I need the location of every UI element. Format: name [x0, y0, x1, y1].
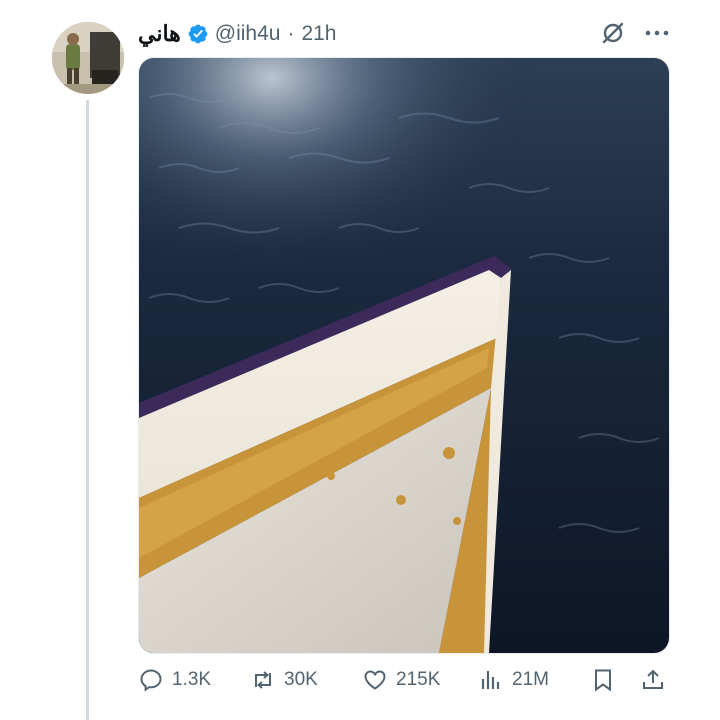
grok-icon[interactable]: [600, 20, 626, 46]
share-button[interactable]: [640, 660, 666, 700]
verified-badge-icon: [187, 23, 209, 45]
like-count: 215K: [396, 669, 441, 690]
share-icon: [643, 669, 663, 689]
separator-dot: ·: [287, 22, 295, 45]
more-icon[interactable]: [642, 22, 672, 44]
bookmark-icon: [595, 669, 611, 692]
avatar[interactable]: [52, 22, 124, 94]
repost-icon: [255, 671, 271, 689]
handle[interactable]: @iih4u: [215, 22, 281, 46]
display-name[interactable]: هاني: [138, 21, 181, 47]
tweet-header: هاني @iih4u · 21h: [138, 18, 337, 50]
like-icon: [364, 670, 386, 690]
tweet-actions: 1.3K 30K 215K 21M: [138, 660, 678, 700]
repost-count: 30K: [284, 669, 318, 690]
like-button[interactable]: 215K: [362, 660, 440, 700]
reply-count: 1.3K: [172, 669, 212, 690]
tweet-media-image[interactable]: [138, 57, 670, 654]
bookmark-button[interactable]: [590, 660, 616, 700]
reply-button[interactable]: 1.3K: [138, 660, 211, 700]
timestamp[interactable]: 21h: [301, 22, 336, 46]
thread-line: [86, 100, 89, 720]
views-icon: [481, 671, 500, 689]
reply-icon: [140, 669, 162, 692]
views-count: 21M: [512, 669, 549, 690]
views-button[interactable]: 21M: [478, 660, 549, 700]
tweet[interactable]: هاني @iih4u · 21h 1.3K 30K 215K 21M: [0, 0, 720, 720]
repost-button[interactable]: 30K: [250, 660, 318, 700]
